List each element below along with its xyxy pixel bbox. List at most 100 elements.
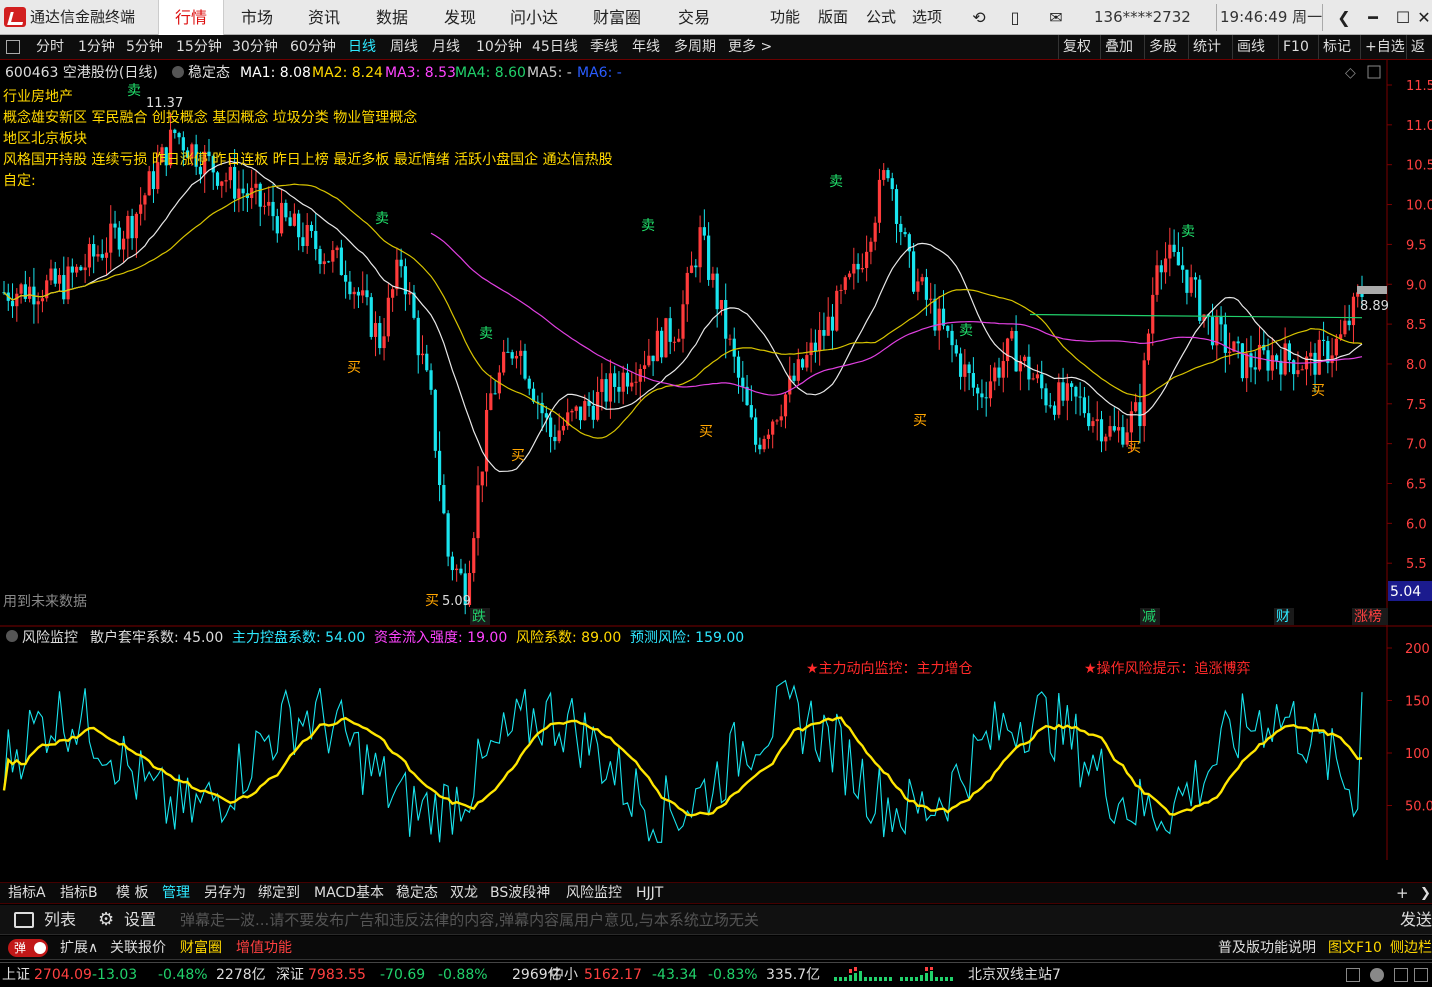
candle-body [1052, 405, 1057, 415]
top-menu-item[interactable]: 发现 [428, 0, 492, 35]
sync-icon[interactable] [1370, 968, 1384, 982]
function-bar-item[interactable]: 财富圈 [180, 936, 222, 960]
period-tab[interactable]: 45日线 [532, 35, 578, 59]
panel-toggle-icon[interactable] [6, 40, 20, 54]
window-icon[interactable] [1346, 968, 1360, 982]
period-tab[interactable]: 30分钟 [232, 35, 278, 59]
index-name[interactable]: 中小 [550, 963, 578, 987]
top-menu-item[interactable]: 财富圈 [576, 0, 658, 35]
chart-tool-button[interactable]: 复权 [1058, 35, 1091, 59]
indicator-tab[interactable]: 稳定态 [396, 883, 438, 904]
candle-body [613, 373, 617, 387]
maximize-icon[interactable]: ☐ [1392, 0, 1414, 35]
period-toolbar: 分时 1分钟 5分钟 15分钟 30分钟 60分钟 日线 周线 月线 10分钟 45日线 季线 年线 多周… [0, 35, 1432, 79]
period-tab[interactable]: 1分钟 [78, 35, 115, 59]
top-menu-item[interactable]: 问小达 [496, 0, 572, 35]
future-data-note: 用到未来数据 [3, 594, 87, 610]
period-tab[interactable]: 月线 [432, 35, 460, 59]
chart-tool-button[interactable]: 画线 [1232, 35, 1265, 59]
right-menu-item[interactable]: 版面 [818, 0, 848, 35]
buy-signal: 买 [913, 413, 927, 429]
right-menu-item[interactable]: 选项 [912, 0, 942, 35]
right-menu-item[interactable]: 公式 [866, 0, 896, 35]
function-bar-item[interactable]: 扩展∧ [60, 936, 98, 960]
period-tab[interactable]: 分时 [36, 35, 64, 59]
top-menu-item[interactable]: 交易 [662, 0, 726, 35]
chart-tool-button[interactable]: F10 [1278, 35, 1309, 59]
ma-value-label: MA6: - [577, 65, 622, 81]
indicator-tab[interactable]: 双龙 [450, 883, 478, 904]
indicator-tab[interactable]: BS波段神 [490, 883, 550, 904]
message-icon[interactable]: ✉ [1044, 0, 1068, 35]
danmu-send-button[interactable]: 发送 [1400, 905, 1432, 935]
gear-icon[interactable]: ⚙ [98, 905, 114, 935]
sell-signal: 卖 [127, 83, 141, 99]
function-bar-item[interactable]: 关联报价 [110, 936, 166, 960]
back-icon[interactable]: ❮ [1334, 0, 1354, 35]
indicator-tab[interactable]: 绑定到 [258, 883, 300, 904]
candle-body [732, 338, 736, 357]
candle-body [924, 277, 929, 300]
right-menu-item[interactable]: 功能 [770, 0, 800, 35]
indicator-tick-label: 100 [1405, 747, 1430, 762]
period-tab[interactable]: 5分钟 [126, 35, 163, 59]
indicator-tab[interactable]: 指标A [8, 883, 46, 904]
function-bar-link[interactable]: 侧边栏 [1390, 936, 1432, 960]
indicator-tab[interactable]: 管理 [162, 883, 190, 904]
add-tab-icon[interactable]: + [1396, 883, 1409, 904]
candle-body [608, 373, 613, 402]
refresh-icon[interactable]: ⟲ [968, 0, 990, 35]
candle-body [510, 352, 514, 359]
index-name[interactable]: 深证 [276, 963, 304, 987]
chart-tool-button[interactable]: +自选 [1360, 35, 1405, 59]
danmu-input[interactable]: 弹幕走一波...请不要发布广告和违反法律的内容,弹幕内容属用户意见,与本系统立场… [180, 905, 759, 935]
indicator-tab[interactable]: 指标B [60, 883, 98, 904]
top-menu-item[interactable]: 数据 [360, 0, 424, 35]
function-bar-link[interactable]: 图文F10 [1328, 936, 1382, 960]
indicator-tab[interactable]: 风险监控 [566, 883, 622, 904]
panel-icon[interactable] [1394, 968, 1408, 982]
period-tab[interactable]: 日线 [348, 35, 376, 59]
buy-signal: 买 [511, 448, 525, 464]
layout-icon[interactable] [1414, 968, 1428, 982]
candle-body [215, 172, 220, 186]
period-tab[interactable]: 年线 [632, 35, 660, 59]
period-tab[interactable]: 10分钟 [476, 35, 522, 59]
candle-body [950, 330, 954, 346]
period-tab[interactable]: 60分钟 [290, 35, 336, 59]
function-bar-item[interactable]: 增值功能 [236, 936, 292, 960]
period-tab[interactable]: 季线 [590, 35, 618, 59]
indicator-tab[interactable]: MACD基本 [314, 883, 384, 904]
candle-body [1228, 351, 1232, 353]
chart-tool-button[interactable]: 叠加 [1100, 35, 1133, 59]
top-menu-item[interactable]: 行情 [158, 0, 224, 35]
top-menu-item[interactable]: 资讯 [292, 0, 356, 35]
phone-icon[interactable]: ▯ [1004, 0, 1026, 35]
indicator-tab[interactable]: 模 板 [116, 883, 148, 904]
index-value: 7983.55 [308, 967, 366, 983]
danmu-settings-button[interactable]: 设置 [124, 905, 156, 935]
candle-body [305, 224, 309, 247]
index-name[interactable]: 上证 [2, 963, 30, 987]
period-tab[interactable]: 多周期 [674, 35, 716, 59]
chart-tool-button[interactable]: 返回 [1406, 35, 1432, 79]
chart-tool-button[interactable]: 多股 [1144, 35, 1177, 59]
close-icon[interactable]: ✕ [1416, 0, 1432, 35]
period-tab[interactable]: 15分钟 [176, 35, 222, 59]
indicator-tab[interactable]: HJJT [636, 883, 663, 904]
chart-tool-button[interactable]: 统计 [1188, 35, 1221, 59]
chart-tool-button[interactable]: 标记 [1318, 35, 1351, 59]
danmu-list-button[interactable]: 列表 [44, 905, 76, 935]
indicator-tab[interactable]: 另存为 [204, 883, 246, 904]
chevron-right-icon[interactable]: ❯ [1420, 883, 1431, 904]
period-tab[interactable]: 更多 > [728, 35, 772, 59]
candle-body [1347, 320, 1351, 326]
list-icon[interactable] [14, 912, 34, 928]
function-bar-link[interactable]: 普及版功能说明 [1218, 936, 1316, 960]
minimize-icon[interactable]: ━ [1362, 0, 1384, 35]
kline-chart[interactable]: 11.5 11.0 10.5 10.0 9.5 9.0 8.5 8.0 7.5 7.0 6.5 6.0… [0, 60, 1432, 860]
server-label[interactable]: 北京双线主站7 [968, 963, 1061, 987]
period-tab[interactable]: 周线 [390, 35, 418, 59]
account-label[interactable]: 136****2732 [1094, 0, 1191, 35]
top-menu-item[interactable]: 市场 [226, 0, 288, 35]
